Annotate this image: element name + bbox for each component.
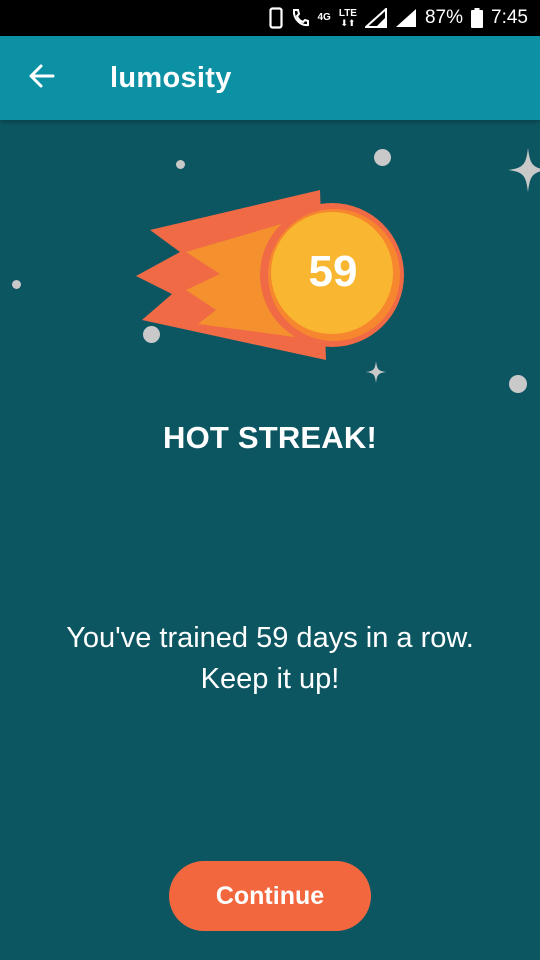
status-bar: 4G LTE ⬇⬆ 87% 7:45: [0, 0, 540, 36]
streak-headline: HOT STREAK!: [162, 420, 378, 455]
data-arrows-icon: ⬇⬆: [340, 17, 356, 28]
signal-icon: [364, 8, 387, 28]
status-icons: 4G LTE ⬇⬆ 87% 7:45: [269, 0, 528, 36]
sparkle-icon: [366, 361, 386, 388]
app-bar: lumosity: [0, 36, 540, 120]
network-type-label: 4G: [317, 12, 331, 23]
signal-icon: [395, 8, 417, 28]
sparkle-icon: [508, 148, 540, 197]
star-dot-icon: [374, 149, 391, 166]
clock: 7:45: [491, 7, 528, 28]
star-dot-icon: [176, 160, 185, 169]
battery-percent: 87%: [424, 7, 464, 28]
lte-label: LTE: [338, 7, 357, 19]
call-icon: [291, 8, 310, 28]
star-dot-icon: [12, 280, 21, 289]
continue-button[interactable]: Continue: [169, 861, 371, 931]
back-button[interactable]: [20, 56, 64, 100]
battery-icon: [471, 8, 484, 28]
app-title: lumosity: [110, 62, 232, 94]
streak-screen: 59 HOT STREAK! You've trained 59 days in…: [0, 120, 540, 960]
streak-message: You've trained 59 days in a row. Keep it…: [66, 622, 474, 695]
star-dot-icon: [509, 375, 527, 393]
lte-indicator: LTE ⬇⬆: [338, 7, 357, 28]
phone-outline-icon: [269, 7, 284, 29]
streak-count: 59: [308, 247, 358, 296]
back-arrow-icon: [28, 62, 56, 95]
